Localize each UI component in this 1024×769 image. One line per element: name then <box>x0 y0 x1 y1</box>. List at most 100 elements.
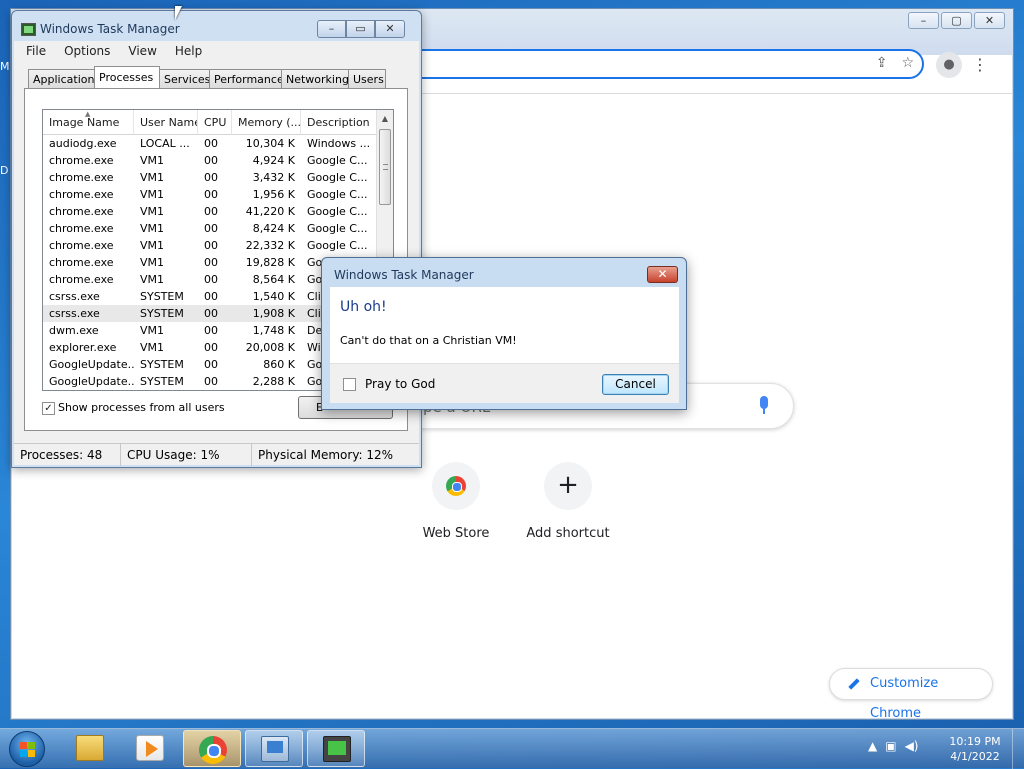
scroll-up-icon[interactable]: ▲ <box>377 110 393 127</box>
cell-mem: 4,924 K <box>252 154 295 167</box>
taskbar-media-player[interactable] <box>121 730 179 767</box>
cell-image: csrss.exe <box>49 290 100 303</box>
pencil-icon <box>848 678 860 690</box>
cell-image: dwm.exe <box>49 324 99 337</box>
show-desktop-button[interactable] <box>1012 729 1024 769</box>
cell-cpu: 00 <box>204 256 218 269</box>
cancel-button[interactable]: Cancel <box>602 374 669 395</box>
cell-mem: 8,424 K <box>252 222 295 235</box>
table-row[interactable]: chrome.exe VM1 00 8,424 K Google C... <box>43 220 376 237</box>
cell-mem: 1,540 K <box>252 290 295 303</box>
cell-user: VM1 <box>140 188 165 201</box>
chrome-menu-icon[interactable]: ⋮ <box>972 52 988 78</box>
dialog-heading: Uh oh! <box>340 299 387 315</box>
menu-file[interactable]: File <box>14 41 52 58</box>
table-row[interactable]: chrome.exe VM1 00 41,220 K Google C... <box>43 203 376 220</box>
tab-users[interactable]: Users <box>348 69 386 88</box>
volume-icon[interactable]: ◀) <box>905 739 919 753</box>
taskbar-explorer[interactable] <box>61 730 119 767</box>
cell-image: csrss.exe <box>49 307 100 320</box>
mouse-cursor-icon <box>175 6 182 20</box>
show-all-users-label: Show processes from all users <box>58 401 225 414</box>
cell-image: GoogleUpdate... <box>49 358 134 371</box>
shortcut-add[interactable]: + Add shortcut <box>513 462 623 541</box>
column-memory[interactable]: Memory (... <box>232 110 301 135</box>
cell-desc: Google C... <box>307 239 368 252</box>
system-tray: ▲ ▣ ◀) <box>868 739 919 753</box>
table-row[interactable]: chrome.exe VM1 00 1,956 K Google C... <box>43 186 376 203</box>
error-dialog: Windows Task Manager ✕ Uh oh! Can't do t… <box>321 257 687 410</box>
pray-checkbox[interactable] <box>343 378 356 391</box>
tab-performance[interactable]: Performance <box>209 69 284 88</box>
dialog-title: Windows Task Manager <box>334 268 474 282</box>
status-cpu-usage: CPU Usage: 1% <box>121 444 252 466</box>
close-icon[interactable]: ✕ <box>375 20 405 38</box>
minimize-icon[interactable]: – <box>908 12 939 29</box>
shortcut-label: Web Store <box>422 526 490 541</box>
cell-mem: 1,956 K <box>252 188 295 201</box>
cell-mem: 1,908 K <box>252 307 295 320</box>
scrollbar-thumb[interactable] <box>379 129 391 205</box>
show-all-users-checkbox[interactable]: ✓ <box>42 401 55 415</box>
bookmark-star-icon[interactable]: ☆ <box>901 55 914 71</box>
tab-strip: Applications Processes Services Performa… <box>28 66 386 88</box>
cell-mem: 10,304 K <box>245 137 295 150</box>
cell-desc: Google C... <box>307 222 368 235</box>
show-all-users-option[interactable]: ✓ Show processes from all users <box>42 401 225 415</box>
cell-image: explorer.exe <box>49 341 117 354</box>
status-physical-memory: Physical Memory: 12% <box>258 448 394 462</box>
profile-avatar-icon[interactable]: ● <box>936 52 962 78</box>
cell-user: SYSTEM <box>140 290 184 303</box>
table-row[interactable]: audiodg.exe LOCAL ... 00 10,304 K Windows ..… <box>43 135 376 152</box>
close-icon[interactable]: ✕ <box>647 266 678 283</box>
dialog-footer: Pray to God Cancel <box>330 363 679 403</box>
column-user-name[interactable]: User Name <box>134 110 198 135</box>
taskbar-chrome[interactable] <box>183 730 241 767</box>
menu-help[interactable]: Help <box>163 41 208 58</box>
cell-cpu: 00 <box>204 188 218 201</box>
tab-processes[interactable]: Processes <box>94 66 160 88</box>
cell-mem: 41,220 K <box>245 205 295 218</box>
microphone-icon[interactable] <box>759 396 769 416</box>
tab-applications[interactable]: Applications <box>28 69 100 88</box>
table-row[interactable]: chrome.exe VM1 00 4,924 K Google C... <box>43 152 376 169</box>
cell-cpu: 00 <box>204 358 218 371</box>
close-icon[interactable]: ✕ <box>974 12 1005 29</box>
column-description[interactable]: Description <box>301 110 378 135</box>
cell-user: SYSTEM <box>140 358 184 371</box>
cell-image: audiodg.exe <box>49 137 117 150</box>
pray-option[interactable]: Pray to God <box>343 377 435 391</box>
network-icon[interactable]: ▣ <box>885 739 896 753</box>
share-icon[interactable]: ⇪ <box>876 55 888 71</box>
minimize-icon[interactable]: – <box>317 20 346 38</box>
customize-chrome-button[interactable]: Customize Chrome <box>829 668 993 721</box>
cell-desc: Google C... <box>307 154 368 167</box>
start-button[interactable] <box>9 731 45 767</box>
cell-cpu: 00 <box>204 273 218 286</box>
column-image-name[interactable]: Image Name <box>43 110 134 135</box>
taskbar-task-manager[interactable] <box>307 730 365 767</box>
clock[interactable]: 10:19 PM 4/1/2022 <box>940 734 1010 764</box>
cell-cpu: 00 <box>204 154 218 167</box>
taskbar-remote-desktop[interactable] <box>245 730 303 767</box>
chrome-webstore-icon <box>446 476 466 496</box>
maximize-icon[interactable]: ▭ <box>346 20 375 38</box>
address-bar[interactable]: ⇪ ☆ <box>400 49 924 79</box>
tab-networking[interactable]: Networking <box>281 69 349 88</box>
column-cpu[interactable]: CPU <box>198 110 232 135</box>
pray-label: Pray to God <box>365 377 436 391</box>
shortcut-web-store[interactable]: Web Store <box>401 462 511 541</box>
list-header: ▲ Image Name User Name CPU Memory (... D… <box>43 110 376 135</box>
tab-services[interactable]: Services <box>159 69 210 88</box>
table-row[interactable]: chrome.exe VM1 00 22,332 K Google C... <box>43 237 376 254</box>
maximize-icon[interactable]: ▢ <box>941 12 972 29</box>
cell-desc: Google C... <box>307 188 368 201</box>
table-row[interactable]: chrome.exe VM1 00 3,432 K Google C... <box>43 169 376 186</box>
cell-user: VM1 <box>140 256 165 269</box>
show-hidden-icons-icon[interactable]: ▲ <box>868 739 877 753</box>
cell-user: VM1 <box>140 341 165 354</box>
menu-options[interactable]: Options <box>52 41 116 58</box>
menu-view[interactable]: View <box>116 41 162 58</box>
task-manager-app-icon <box>21 23 36 36</box>
cell-user: VM1 <box>140 222 165 235</box>
